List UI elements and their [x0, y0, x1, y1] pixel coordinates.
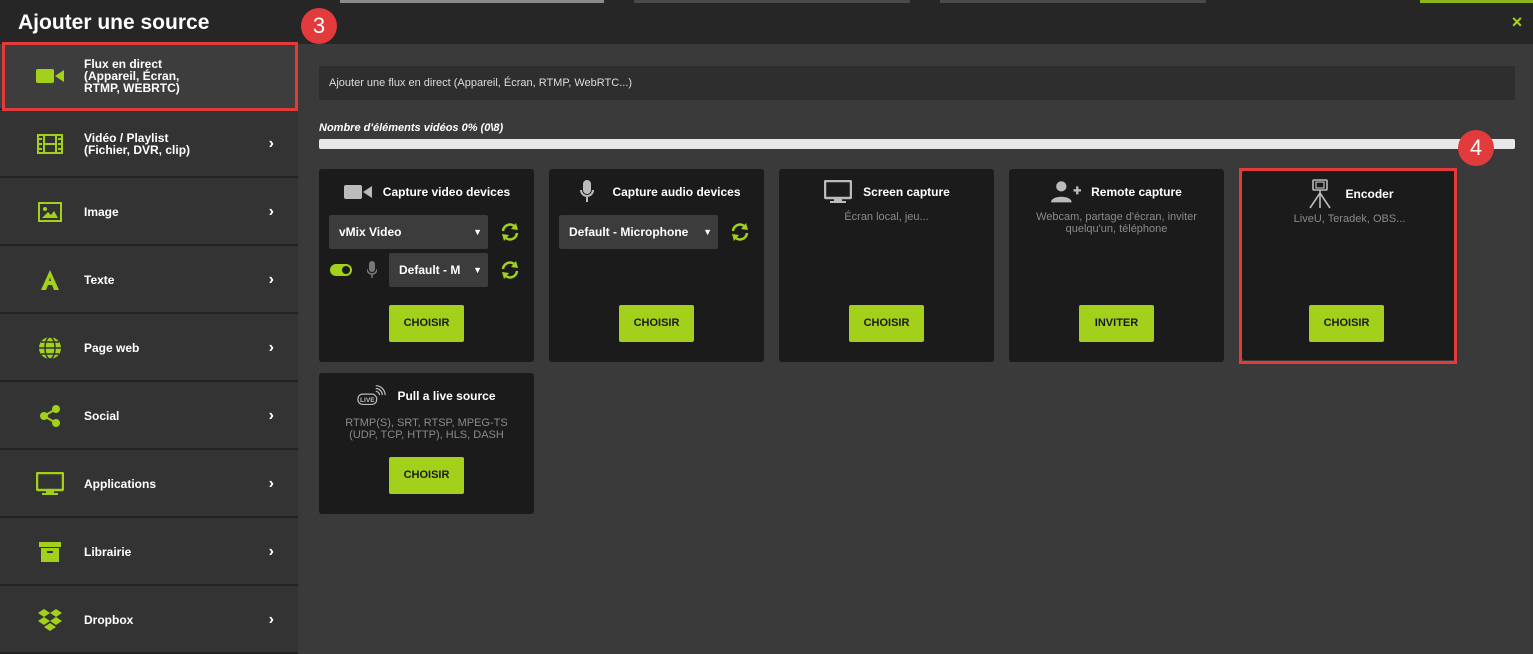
add-source-dialog: Ajouter une source × 3 4 Flux en direct …: [0, 0, 1533, 654]
chevron-right-icon: ›: [268, 271, 274, 288]
film-icon: [36, 130, 64, 158]
card-title-text: Remote capture: [1091, 185, 1182, 199]
card-subtitle: RTMP(S), SRT, RTSP, MPEG-TS (UDP, TCP, H…: [345, 417, 508, 441]
card-title: Capture audio devices: [549, 179, 764, 205]
chevron-right-icon: ›: [268, 407, 274, 424]
card-subtitle: LiveU, Teradek, OBS...: [1293, 213, 1406, 225]
top-tab-3: [940, 0, 1206, 3]
choose-button[interactable]: CHOISIR: [849, 305, 924, 342]
step-badge-4: 4: [1458, 130, 1494, 166]
invite-button[interactable]: INVITER: [1079, 305, 1154, 342]
source-category-sidebar: Flux en direct (Appareil, Écran, RTMP, W…: [0, 44, 298, 654]
dialog-title: Ajouter une source: [18, 11, 210, 34]
monitor-icon: [36, 470, 64, 498]
audio-toggle[interactable]: [330, 264, 352, 276]
refresh-icon[interactable]: [499, 259, 521, 281]
video-device-select[interactable]: vMix Video ▼: [329, 215, 488, 249]
sidebar-item-video-playlist[interactable]: Vidéo / Playlist (Fichier, DVR, clip) ›: [0, 112, 298, 178]
sidebar-item-label: Page web: [84, 341, 140, 355]
sidebar-item-image[interactable]: Image ›: [0, 180, 298, 246]
choose-button[interactable]: CHOISIR: [389, 457, 464, 494]
card-title: Capture video devices: [319, 179, 534, 205]
step-badge-3: 3: [301, 8, 337, 44]
choose-button[interactable]: CHOISIR: [1309, 305, 1384, 342]
caret-down-icon: ▼: [473, 265, 482, 275]
card-title: Encoder: [1242, 179, 1457, 209]
sidebar-item-label: Texte: [84, 273, 115, 287]
share-icon: [36, 402, 64, 430]
video-items-progress-bar: [319, 139, 1515, 149]
card-subtitle: Écran local, jeu...: [844, 211, 929, 223]
sidebar-item-live-stream[interactable]: Flux en direct (Appareil, Écran, RTMP, W…: [0, 44, 298, 110]
sidebar-item-label: Librairie: [84, 545, 132, 559]
chevron-right-icon: ›: [268, 339, 274, 356]
refresh-icon[interactable]: [729, 221, 751, 243]
card-subtitle: Webcam, partage d'écran, inviter quelqu'…: [1036, 211, 1197, 235]
source-description-bar: Ajouter une flux en direct (Appareil, Éc…: [319, 66, 1515, 100]
sidebar-item-library[interactable]: Librairie ›: [0, 520, 298, 586]
video-camera-icon: [36, 62, 64, 90]
choose-button[interactable]: CHOISIR: [389, 305, 464, 342]
card-title-text: Capture video devices: [382, 185, 511, 199]
refresh-icon[interactable]: [499, 221, 521, 243]
card-remote-capture: Remote capture Webcam, partage d'écran, …: [1009, 169, 1224, 362]
sidebar-item-label: Social: [84, 409, 120, 423]
audio-device-select-value: Default - Microphone: [569, 225, 689, 239]
caret-down-icon: ▼: [703, 227, 712, 237]
card-pull-live-source: LIVE Pull a live source RTMP(S), SRT, RT…: [319, 373, 534, 514]
card-title-text: Pull a live source: [397, 389, 496, 403]
microphone-icon: [367, 261, 377, 278]
sidebar-item-dropbox[interactable]: Dropbox ›: [0, 588, 298, 654]
video-device-select-value: vMix Video: [339, 225, 402, 239]
video-items-count-label: Nombre d'éléments vidéos 0% (0\8): [319, 122, 504, 134]
audio-device-select[interactable]: Default - M ▼: [389, 253, 488, 287]
video-camera-icon: [343, 179, 373, 205]
audio-device-select-value: Default - M: [399, 263, 461, 277]
card-capture-video-devices: Capture video devices vMix Video ▼ Defau…: [319, 169, 534, 362]
image-icon: [36, 198, 64, 226]
chevron-right-icon: ›: [268, 543, 274, 560]
sidebar-item-label: Dropbox: [84, 613, 134, 627]
globe-icon: [36, 334, 64, 362]
archive-icon: [36, 538, 64, 566]
top-tab-4: [1420, 0, 1533, 3]
tripod-camera-icon: [1305, 179, 1335, 209]
card-title-text: Capture audio devices: [612, 185, 741, 199]
microphone-icon: [572, 179, 602, 205]
dropbox-icon: [36, 606, 64, 634]
chevron-right-icon: ›: [268, 475, 274, 492]
source-main-panel: Ajouter une flux en direct (Appareil, Éc…: [298, 44, 1533, 654]
sidebar-item-text[interactable]: Texte ›: [0, 248, 298, 314]
top-tab-2: [634, 0, 910, 3]
card-title: Remote capture: [1009, 179, 1224, 205]
sidebar-item-label: Flux en direct (Appareil, Écran, RTMP, W…: [84, 57, 180, 95]
live-broadcast-icon: LIVE: [357, 383, 387, 409]
chevron-right-icon: ›: [268, 203, 274, 220]
monitor-icon: [823, 179, 853, 205]
dialog-header: Ajouter une source ×: [0, 0, 1533, 44]
caret-down-icon: ▼: [473, 227, 482, 237]
chevron-right-icon: ›: [268, 611, 274, 628]
sidebar-item-label: Applications: [84, 477, 157, 491]
card-title: LIVE Pull a live source: [319, 383, 534, 409]
sidebar-item-applications[interactable]: Applications ›: [0, 452, 298, 518]
sidebar-item-web-page[interactable]: Page web ›: [0, 316, 298, 382]
sidebar-item-label: Image: [84, 205, 119, 219]
card-screen-capture: Screen capture Écran local, jeu... CHOIS…: [779, 169, 994, 362]
add-user-icon: [1051, 179, 1082, 205]
choose-button[interactable]: CHOISIR: [619, 305, 694, 342]
chevron-right-icon: ›: [268, 135, 274, 152]
close-button[interactable]: ×: [1509, 13, 1525, 31]
sidebar-item-label: Vidéo / Playlist (Fichier, DVR, clip): [84, 131, 191, 157]
svg-text:LIVE: LIVE: [361, 397, 376, 404]
card-encoder: Encoder LiveU, Teradek, OBS... CHOISIR: [1242, 171, 1457, 360]
card-title: Screen capture: [779, 179, 994, 205]
card-capture-audio-devices: Capture audio devices Default - Micropho…: [549, 169, 764, 362]
sidebar-item-social[interactable]: Social ›: [0, 384, 298, 450]
card-title-text: Encoder: [1345, 187, 1394, 201]
top-tab-1: [340, 0, 604, 3]
card-title-text: Screen capture: [863, 185, 950, 199]
audio-device-select[interactable]: Default - Microphone ▼: [559, 215, 718, 249]
text-a-icon: [36, 266, 64, 294]
